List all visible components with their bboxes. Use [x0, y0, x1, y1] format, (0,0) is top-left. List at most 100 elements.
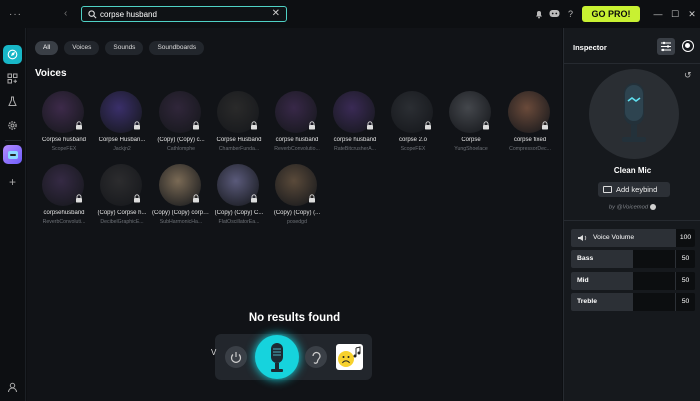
voice-creator: ScopeFEX	[400, 146, 426, 152]
selected-voice-name: Clean Mic	[613, 166, 652, 175]
filter-chip-all[interactable]: All	[35, 41, 59, 55]
lock-icon	[367, 121, 373, 130]
bass-slider[interactable]: Bass 50	[571, 250, 695, 268]
sliders-icon	[661, 41, 671, 52]
bottom-bar-label: V	[211, 348, 217, 357]
voice-card[interactable]: Corpse husband ScopeFEX	[35, 91, 93, 155]
voices-section-title: Voices	[35, 68, 67, 79]
lock-icon	[425, 121, 431, 130]
back-arrow-icon[interactable]: ‹	[64, 9, 72, 19]
voice-name: (Copy) (Copy) C...	[214, 210, 264, 216]
microphone-icon	[622, 83, 646, 142]
tune-settings-button[interactable]	[657, 38, 675, 55]
soundboard-nav-button[interactable]	[3, 69, 22, 88]
microphone-button[interactable]	[255, 335, 299, 379]
go-pro-button[interactable]: GO PRO!	[582, 6, 640, 22]
soundboard-shortcut-button[interactable]	[336, 344, 363, 370]
minimize-button[interactable]: —	[651, 7, 665, 21]
no-results-message: No results found	[248, 312, 341, 324]
add-app-button[interactable]: +	[3, 172, 22, 191]
flask-icon	[8, 96, 17, 106]
plus-icon: +	[8, 174, 16, 189]
voice-card[interactable]: Corpse Husban... Jackjn2	[93, 91, 151, 155]
reset-icon[interactable]: ↺	[684, 70, 692, 81]
compass-icon	[7, 49, 18, 60]
voice-card[interactable]: corpsehusband ReverbConvoluti...	[35, 164, 93, 228]
voice-creator: ScopeFEX	[51, 146, 77, 152]
title-bar: ··· ‹ ✕ ? GO PRO! — ☐ ✕	[0, 0, 700, 28]
robot-face-icon	[7, 150, 18, 159]
voice-creator: posedgd	[287, 219, 307, 225]
discord-icon[interactable]	[549, 9, 560, 20]
lock-icon	[309, 121, 315, 130]
hear-myself-button[interactable]	[305, 346, 327, 368]
gear-icon	[8, 121, 17, 130]
search-input[interactable]	[100, 8, 270, 20]
close-window-button[interactable]: ✕	[685, 7, 699, 21]
inspector-divider	[564, 63, 700, 64]
voice-app-button[interactable]	[3, 145, 22, 164]
lock-icon	[309, 194, 315, 203]
voice-creator: YungShoelace	[454, 146, 488, 152]
voice-card[interactable]: (Copy) (Copy) corpse h... SubHarmonicHa..…	[152, 164, 210, 228]
bottom-control-bar: V	[211, 334, 372, 380]
voice-card[interactable]: (Copy) (Copy) C... FlatOscillatorEa...	[210, 164, 268, 228]
voice-card[interactable]: (Copy) (Copy) (... posedgd	[268, 164, 326, 228]
filter-chips: All Voices Sounds Soundboards	[35, 41, 205, 55]
voice-name: (Copy) (Copy) (...	[273, 210, 321, 216]
voice-card[interactable]: Corpse YungShoelace	[442, 91, 500, 155]
voice-creator: SubHarmonicHa...	[159, 219, 203, 225]
settings-nav-button[interactable]	[3, 116, 22, 135]
filter-chip-sounds[interactable]: Sounds	[105, 41, 144, 55]
clear-search-icon[interactable]: ✕	[272, 9, 280, 19]
voice-card[interactable]: (Copy) (Copy) c... Cathlomphe	[152, 91, 210, 155]
filter-chip-soundboards[interactable]: Soundboards	[149, 41, 205, 55]
mid-slider[interactable]: Mid 50	[571, 272, 695, 290]
search-box[interactable]: ✕	[81, 6, 287, 22]
voice-name: (Copy) (Copy) c...	[157, 137, 205, 143]
voice-card[interactable]: corpse 2.o ScopeFEX	[384, 91, 442, 155]
help-icon[interactable]: ?	[565, 9, 576, 20]
voice-card[interactable]: corpse husband RateBitcrusherA...	[326, 91, 384, 155]
slider-value[interactable]: 50	[675, 272, 695, 290]
add-keybind-button[interactable]: Add keybind	[598, 182, 670, 197]
slider-value[interactable]: 100	[675, 229, 695, 247]
more-menu-button[interactable]: ···	[9, 9, 22, 20]
voice-name: Corpse husband	[41, 137, 87, 143]
lock-icon	[193, 121, 199, 130]
inspector-panel: Inspector ↺ Clean Mic Add keybind by @Vo…	[563, 28, 700, 401]
voice-name: corpse husband	[275, 137, 319, 143]
lock-icon	[251, 194, 257, 203]
voicelab-nav-button[interactable]	[3, 92, 22, 111]
maximize-button[interactable]: ☐	[668, 7, 682, 21]
voice-card[interactable]: corpse husband ReverbConvolutio...	[268, 91, 326, 155]
filter-chip-voices[interactable]: Voices	[64, 41, 100, 55]
voice-author: by @Voicemod	[564, 204, 700, 211]
voice-creator: CompressorDec...	[509, 146, 551, 152]
voice-card[interactable]: Corpse Husband ChamberFunda...	[210, 91, 268, 155]
record-button[interactable]	[682, 40, 694, 52]
lock-icon	[251, 121, 257, 130]
sad-face-music-icon	[338, 346, 361, 367]
slider-value[interactable]: 50	[675, 250, 695, 268]
voice-creator: Jackjn2	[113, 146, 131, 152]
voice-name: corpse fixed	[513, 137, 547, 143]
notification-bell-icon[interactable]	[533, 9, 544, 20]
voice-name: (Copy) Corpse h...	[97, 210, 147, 216]
add-keybind-label: Add keybind	[616, 185, 658, 194]
voice-creator: Cathlomphe	[167, 146, 195, 152]
voice-volume-slider[interactable]: Voice Volume 100	[571, 229, 695, 247]
voice-name: corpse husband	[333, 137, 377, 143]
lock-icon	[76, 121, 82, 130]
voice-changer-nav-button[interactable]	[3, 45, 22, 64]
account-button[interactable]	[3, 378, 22, 397]
voice-changer-toggle-button[interactable]	[225, 346, 247, 368]
voice-card[interactable]: corpse fixed CompressorDec...	[501, 91, 559, 155]
slider-value[interactable]: 50	[675, 293, 695, 311]
keyboard-icon	[603, 186, 612, 193]
voice-card[interactable]: (Copy) Corpse h... DecibelGraphicE...	[93, 164, 151, 228]
lock-icon	[542, 121, 548, 130]
grid-plus-icon	[7, 73, 18, 84]
lock-icon	[134, 194, 140, 203]
treble-slider[interactable]: Treble 50	[571, 293, 695, 311]
